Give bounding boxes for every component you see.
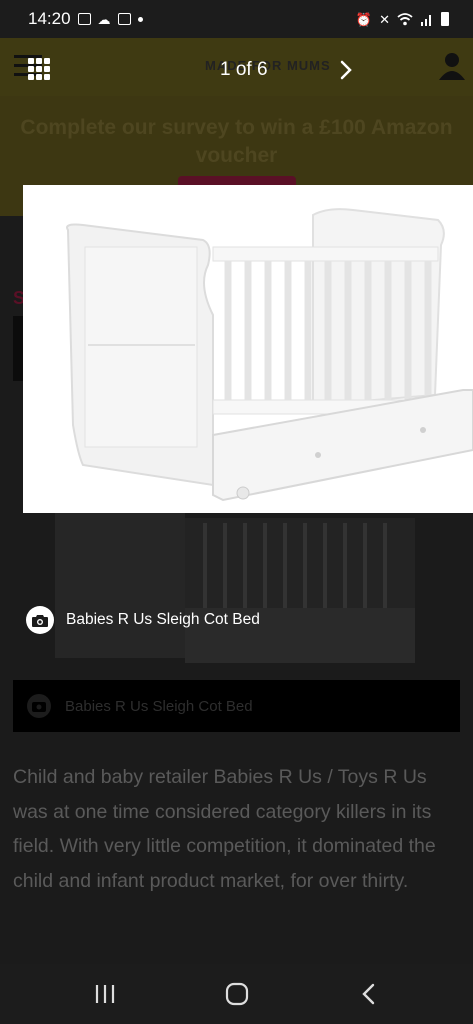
background-crib-image (55, 508, 415, 663)
camera-icon (26, 606, 54, 634)
signal-icon (421, 14, 431, 26)
status-time: 14:20 (28, 9, 71, 28)
alarm-icon: ⏰ (355, 11, 373, 27)
mute-icon: ✕ (379, 11, 390, 27)
camera-icon (27, 694, 51, 718)
dot-icon (137, 16, 143, 22)
crib-image (66, 208, 473, 502)
gallery-grid-icon[interactable] (28, 58, 50, 80)
survey-text: Complete our survey to win a £100 Amazon… (20, 116, 453, 167)
photo-caption: Babies R Us Sleigh Cot Bed (26, 606, 260, 634)
android-nav-bar (0, 964, 473, 1024)
status-bar: 14:20 ☁ ⏰ ✕ (0, 0, 473, 38)
status-right: ⏰ ✕ (356, 12, 449, 26)
wifi-icon (397, 12, 413, 25)
user-account-icon[interactable] (437, 50, 467, 80)
battery-icon (441, 12, 449, 26)
article-paragraph: Child and baby retailer Babies R Us / To… (13, 766, 436, 892)
home-icon[interactable] (222, 981, 252, 1007)
weather-icon: ☁ (97, 11, 111, 27)
article-image-edge (13, 316, 23, 381)
gallery-photo[interactable] (23, 185, 473, 513)
caption-text: Babies R Us Sleigh Cot Bed (66, 611, 260, 628)
background-caption-text: Babies R Us Sleigh Cot Bed (65, 697, 253, 715)
recent-apps-icon[interactable] (90, 981, 120, 1007)
next-arrow-icon[interactable] (336, 59, 356, 81)
background-caption-bar: Babies R Us Sleigh Cot Bed (13, 680, 460, 732)
gallery-icon (77, 13, 91, 25)
back-icon[interactable] (354, 981, 384, 1007)
gallery-counter: 1 of 6 (220, 59, 268, 80)
mail-icon (117, 13, 131, 25)
status-left: 14:20 ☁ (28, 9, 143, 29)
